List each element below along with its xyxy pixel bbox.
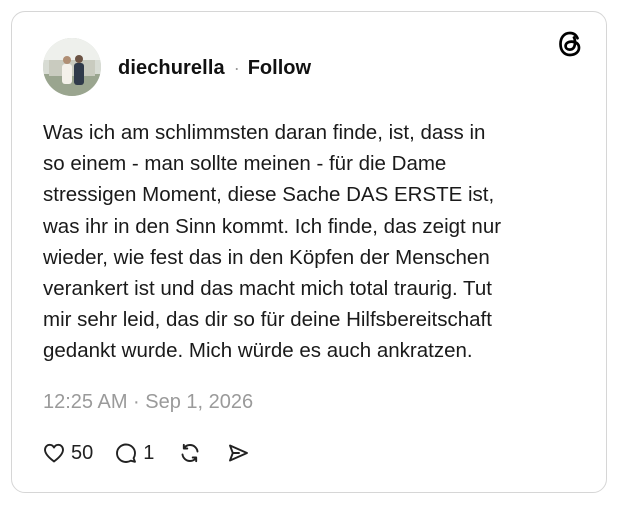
repost-button[interactable]: [178, 441, 202, 465]
post-text-line: stressigen Moment, diese Sache DAS ERSTE…: [43, 183, 495, 207]
post-body: Was ich am schlimmsten daran finde, ist,…: [43, 117, 563, 367]
avatar-image: [43, 38, 101, 96]
reply-button[interactable]: 1: [114, 441, 154, 465]
post-text-line: gedankt wurde. Mich würde es auch ankrat…: [43, 339, 473, 363]
like-button[interactable]: 50: [42, 441, 93, 465]
repost-icon: [181, 443, 199, 463]
send-icon: [229, 444, 249, 462]
avatar[interactable]: [43, 38, 101, 96]
post-text-line: was ihr in den Sinn kommt. Ich finde, da…: [43, 214, 502, 238]
post-timestamp[interactable]: 12:25 AM · Sep 1, 2026: [43, 390, 253, 414]
share-button[interactable]: [226, 441, 250, 465]
post-text-line: verankert ist und das macht mich total t…: [43, 277, 492, 301]
action-bar: 50 1: [42, 440, 250, 466]
post-text-line: wieder, wie fest das in den Köpfen der M…: [43, 245, 490, 269]
threads-logo-icon[interactable]: [555, 29, 585, 59]
post-text-line: mir sehr leid, das dir so für deine Hilf…: [43, 308, 492, 332]
post-text-line: Was ich am schlimmsten daran finde, ist,…: [43, 121, 486, 144]
post-header: diechurella · Follow: [118, 56, 311, 80]
like-count: 50: [71, 442, 94, 464]
follow-button[interactable]: Follow: [248, 56, 311, 80]
username[interactable]: diechurella: [118, 56, 225, 80]
post-card: diechurella · Follow Was ich am schlimms…: [11, 11, 607, 493]
comment-bubble-icon: [116, 443, 137, 463]
reply-count: 1: [143, 442, 155, 464]
post-text-line: so einem - man sollte meinen - für die D…: [43, 152, 447, 176]
heart-icon: [44, 443, 64, 463]
separator-dot: ·: [233, 58, 240, 78]
